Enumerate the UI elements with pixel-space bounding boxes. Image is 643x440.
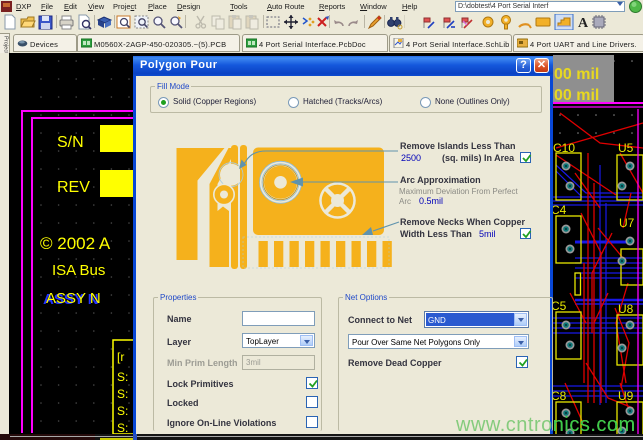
svg-text:U5: U5: [618, 141, 634, 155]
svg-text:C8: C8: [551, 389, 567, 403]
svg-text:00 mil: 00 mil: [554, 66, 599, 83]
svg-text:S:: S:: [117, 387, 128, 401]
svg-text:S:: S:: [117, 404, 128, 418]
svg-text:00 mil: 00 mil: [554, 87, 599, 104]
svg-text:ASSY N: ASSY N: [46, 290, 101, 307]
svg-text:REV: REV: [57, 179, 90, 196]
svg-text:U7: U7: [619, 216, 635, 230]
svg-text:© 2002 A: © 2002 A: [40, 234, 111, 253]
svg-text:C5: C5: [551, 299, 567, 313]
svg-text:S:: S:: [117, 421, 128, 435]
svg-text:U8: U8: [618, 302, 634, 316]
svg-text:C4: C4: [551, 203, 567, 217]
svg-text:ISA Bus: ISA Bus: [52, 262, 105, 279]
svg-text:U9: U9: [618, 389, 634, 403]
svg-text:[r: [r: [117, 350, 124, 364]
svg-text:S/N: S/N: [57, 134, 84, 151]
svg-text:C10: C10: [553, 141, 575, 155]
svg-text:S:: S:: [117, 370, 128, 384]
svg-text:A: A: [578, 16, 589, 30]
